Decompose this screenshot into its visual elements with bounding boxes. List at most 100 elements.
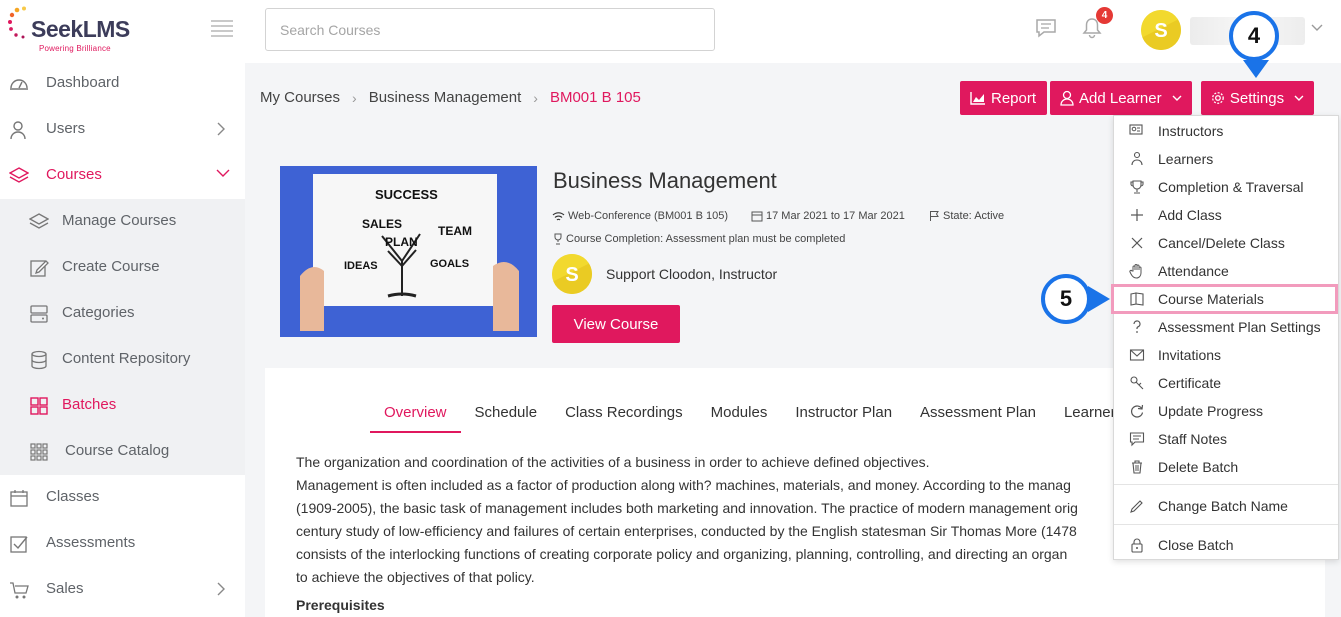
report-button[interactable]: Report [960, 81, 1047, 115]
categories-icon [30, 305, 48, 323]
instructor-name: Support Cloodon, Instructor [606, 266, 778, 282]
tab-instructor-plan[interactable]: Instructor Plan [781, 400, 906, 433]
image-word-goals: GOALS [430, 258, 469, 270]
sidebar-item-batches[interactable]: Batches [0, 383, 245, 429]
chevron-down-icon[interactable] [1311, 24, 1323, 32]
chevron-right-icon: › [533, 89, 538, 106]
menu-item-cancel-delete-class[interactable]: Cancel/Delete Class [1114, 230, 1338, 256]
menu-item-learners[interactable]: Learners [1114, 146, 1338, 172]
menu-item-change-batch-name[interactable]: Change Batch Name [1114, 493, 1338, 519]
breadcrumb-course[interactable]: Business Management [369, 89, 522, 106]
svg-text:S: S [1154, 20, 1167, 42]
overview-line: to achieve the objectives of that policy… [296, 569, 535, 585]
checkbox-icon [10, 536, 28, 553]
sidebar-item-categories[interactable]: Categories [0, 291, 245, 337]
overview-line: consists of the interlocking functions o… [296, 546, 1068, 562]
catalog-icon [30, 443, 48, 461]
sidebar-item-assessments[interactable]: Assessments [0, 521, 245, 567]
sidebar-item-manage-courses[interactable]: Manage Courses [0, 199, 245, 245]
menu-item-certificate[interactable]: Certificate [1114, 370, 1338, 396]
menu-item-label: Staff Notes [1158, 431, 1228, 447]
seeklms-logo[interactable]: SeekLMS Powering Brilliance [8, 6, 130, 58]
chat-icon[interactable] [1035, 18, 1057, 38]
view-course-button[interactable]: View Course [552, 305, 680, 343]
plus-icon [1131, 209, 1143, 221]
question-icon [1133, 320, 1141, 333]
menu-divider [1114, 484, 1338, 485]
calendar-icon [751, 211, 763, 222]
prerequisites-heading: Prerequisites [296, 597, 385, 613]
sidebar-item-courses[interactable]: Courses [0, 153, 245, 199]
sidebar-item-label: Manage Courses [62, 212, 177, 229]
menu-item-label: Close Batch [1158, 537, 1234, 553]
sidebar-item-label: Classes [46, 488, 100, 505]
menu-item-label: Change Batch Name [1158, 498, 1288, 514]
hand-icon [1129, 264, 1142, 279]
sidebar-item-dashboard[interactable]: Dashboard [0, 61, 245, 107]
course-tabs: Overview Schedule Class Recordings Modul… [370, 400, 1137, 433]
tab-assessment-plan[interactable]: Assessment Plan [906, 400, 1050, 433]
report-label: Report [991, 89, 1037, 107]
menu-item-close-batch[interactable]: Close Batch [1114, 532, 1338, 558]
overview-line: Management is often included as a factor… [296, 477, 1071, 493]
trash-icon [1132, 460, 1142, 474]
sidebar-item-create-course[interactable]: Create Course [0, 245, 245, 291]
callout-5-pointer [1088, 286, 1110, 312]
breadcrumb-my-courses[interactable]: My Courses [260, 89, 340, 106]
chevron-right-icon: › [352, 89, 357, 106]
menu-item-instructors[interactable]: Instructors [1114, 118, 1338, 144]
menu-toggle-icon[interactable] [211, 20, 233, 38]
menu-item-staff-notes[interactable]: Staff Notes [1114, 426, 1338, 452]
tab-overview[interactable]: Overview [370, 400, 461, 433]
user-avatar[interactable]: S [1141, 10, 1181, 50]
dates-text: 17 Mar 2021 to 17 Mar 2021 [766, 210, 905, 222]
menu-item-label: Update Progress [1158, 403, 1264, 419]
menu-item-label: Add Class [1158, 207, 1222, 223]
menu-item-add-class[interactable]: Add Class [1114, 202, 1338, 228]
menu-item-label: Cancel/Delete Class [1158, 235, 1285, 251]
settings-button[interactable]: Settings [1201, 81, 1314, 115]
menu-item-label: Certificate [1158, 375, 1222, 391]
gear-icon [1212, 92, 1224, 104]
sidebar-item-users[interactable]: Users [0, 107, 245, 153]
menu-item-delete-batch[interactable]: Delete Batch [1114, 454, 1338, 480]
overview-line: The organization and coordination of the… [296, 454, 930, 470]
image-word-plan: PLAN [385, 235, 418, 249]
step-4-callout: 4 [1229, 11, 1279, 61]
sidebar-item-classes[interactable]: Classes [0, 475, 245, 521]
chevron-right-icon [217, 582, 225, 596]
courses-icon [9, 167, 29, 183]
course-state: State: Active [929, 210, 1004, 222]
sidebar-item-course-catalog[interactable]: Course Catalog [0, 429, 245, 475]
sidebar-item-sales[interactable]: Sales [0, 567, 245, 613]
tab-class-recordings[interactable]: Class Recordings [551, 400, 697, 433]
tab-modules[interactable]: Modules [697, 400, 782, 433]
add-learner-button[interactable]: Add Learner [1050, 81, 1192, 115]
menu-item-completion-traversal[interactable]: Completion & Traversal [1114, 174, 1338, 200]
state-text: State: Active [943, 210, 1005, 222]
sidebar-item-label: Assessments [46, 534, 136, 551]
menu-item-attendance[interactable]: Attendance [1114, 258, 1338, 284]
users-icon [10, 121, 26, 140]
pencil-icon [1130, 500, 1143, 513]
delivery-text: Web-Conference (BM001 B 105) [568, 210, 728, 222]
learners-icon [1131, 151, 1143, 166]
chart-icon [970, 92, 985, 105]
search-input[interactable] [265, 8, 715, 51]
menu-item-assessment-plan-settings[interactable]: Assessment Plan Settings [1114, 314, 1338, 340]
sidebar-item-content-repository[interactable]: Content Repository [0, 337, 245, 383]
menu-item-update-progress[interactable]: Update Progress [1114, 398, 1338, 424]
course-materials-highlight [1111, 284, 1338, 314]
sidebar-item-label: Course Catalog [65, 442, 170, 459]
grid-icon [30, 397, 48, 415]
notification-badge: 4 [1096, 7, 1113, 24]
callout-4-pointer [1243, 60, 1269, 78]
overview-line: century study of low-efficiency and fail… [296, 523, 1077, 539]
sidebar-item-label: Content Repository [62, 350, 191, 367]
menu-item-invitations[interactable]: Invitations [1114, 342, 1338, 368]
menu-divider [1114, 524, 1338, 525]
chevron-down-icon [1294, 95, 1304, 101]
add-learner-label: Add Learner [1079, 89, 1162, 107]
overview-line: (1909-2005), the basic task of managemen… [296, 500, 1078, 516]
tab-schedule[interactable]: Schedule [461, 400, 552, 433]
